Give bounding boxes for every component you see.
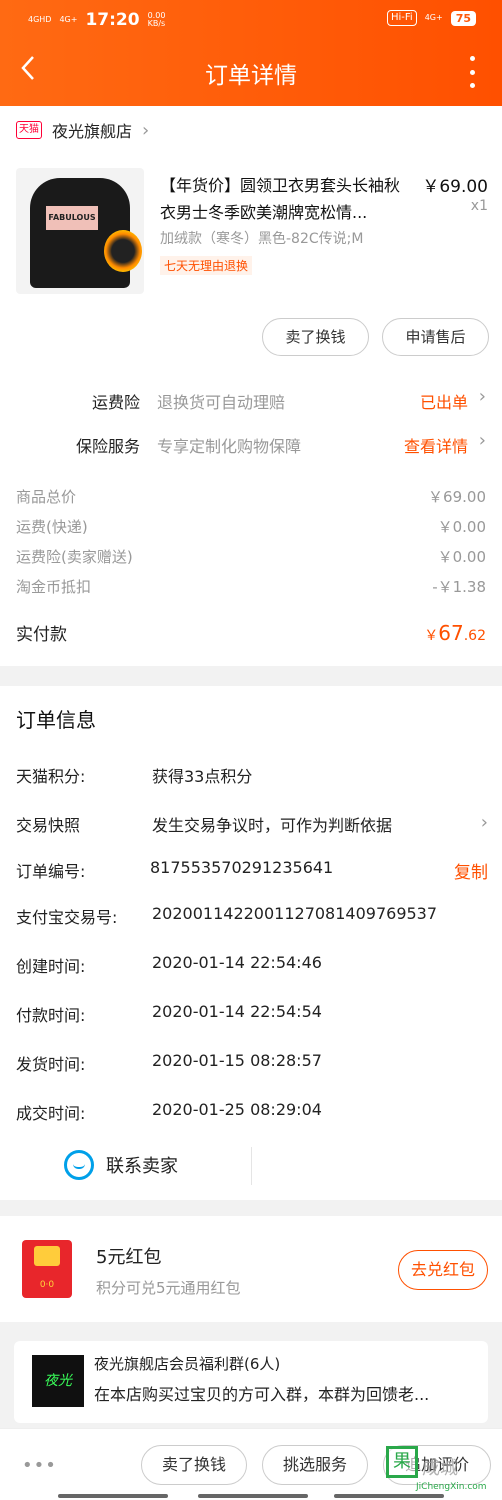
fee-row: 商品总价 ￥69.00	[16, 486, 486, 507]
hifi-indicator: Hi-Fi	[386, 10, 417, 26]
site-watermark: 果 成城 JiChengXin.com	[386, 1446, 498, 1492]
red-packet-subtitle: 积分可兑5元通用红包	[96, 1279, 241, 1297]
fee-label: 运费险(卖家赠送)	[16, 548, 133, 566]
watermark-text: 成城	[422, 1458, 458, 1479]
network-indicator: 4GHD	[28, 15, 52, 24]
alipay-value: 2020011422001127081409769537	[152, 904, 438, 923]
fee-label: 淘金币抵扣	[16, 578, 92, 596]
created-time-value: 2020-01-14 22:54:46	[152, 953, 322, 972]
chevron-right-icon: ›	[480, 812, 488, 833]
freight-insurance-desc: 退换货可自动理赔	[157, 393, 286, 412]
freight-insurance-link[interactable]: 已出单	[420, 389, 468, 413]
paid-time-value: 2020-01-14 22:54:54	[152, 1002, 322, 1021]
points-value: 获得33点积分	[152, 767, 253, 786]
group-name: 夜光旗舰店会员福利群(6人)	[94, 1355, 281, 1373]
actual-payment-amount: ￥67.62	[424, 621, 486, 645]
alipay-label: 支付宝交易号:	[16, 908, 118, 927]
page-title: 订单详情	[205, 63, 297, 89]
contact-seller-label: 联系卖家	[106, 1156, 178, 1177]
net-speed: 0.00 KB/s	[147, 11, 166, 28]
product-qty: x1	[470, 198, 488, 214]
red-packet-title: 5元红包	[96, 1247, 162, 1268]
product-price: ￥69.00	[422, 177, 488, 197]
tmall-badge: 天猫	[16, 121, 42, 139]
insurance-details-link[interactable]: 查看详情	[404, 433, 468, 457]
sweater-print: FABULOUS	[46, 206, 98, 230]
divider	[251, 1147, 252, 1185]
group-desc: 在本店购买过宝贝的方可入群，本群为回馈老...	[94, 1385, 430, 1404]
gesture-bar	[198, 1494, 308, 1498]
product-image[interactable]: FABULOUS	[16, 168, 144, 294]
watermark-url: JiChengXin.com	[416, 1482, 487, 1492]
battery-indicator: 75	[450, 10, 476, 26]
product-title[interactable]: 【年货价】圆领卫衣男套头长袖秋衣男士冬季欧美潮牌宽松情...	[160, 172, 414, 226]
copy-button[interactable]: 复制	[454, 858, 488, 883]
shipped-time-value: 2020-01-15 08:28:57	[152, 1051, 322, 1070]
fee-row: 运费险(卖家赠送) ￥0.00	[16, 546, 486, 567]
network-indicator: 4G+	[59, 15, 78, 24]
fee-value: ￥0.00	[437, 548, 486, 566]
gesture-bar	[58, 1494, 168, 1498]
fee-label: 商品总价	[16, 488, 77, 506]
sell-button-bottom[interactable]: 卖了换钱	[141, 1445, 247, 1485]
gesture-bar	[334, 1494, 444, 1498]
more-actions-button[interactable]: •••	[22, 1455, 57, 1476]
member-group-card[interactable]: 夜光 夜光旗舰店会员福利群(6人) 在本店购买过宝贝的方可入群，本群为回馈老..…	[14, 1341, 488, 1423]
fee-value: ￥0.00	[437, 518, 486, 536]
chevron-right-icon: ›	[478, 430, 486, 451]
fee-row: 运费(快递) ￥0.00	[16, 516, 486, 537]
shipped-time-label: 发货时间:	[16, 1055, 86, 1074]
red-packet-coin-text: 0·0	[39, 1280, 55, 1290]
watermark-logo-icon: 果	[386, 1446, 418, 1478]
insurance-service-desc: 专享定制化购物保障	[157, 437, 302, 456]
chevron-right-icon: ›	[478, 386, 486, 407]
paid-time-label: 付款时间:	[16, 1006, 86, 1025]
fee-value: ￥69.00	[428, 488, 486, 506]
freight-insurance-label: 运费险	[91, 393, 140, 412]
top-header: 4GHD 4G+ 17:20 0.00 KB/s Hi-Fi 4G+ 75 订单…	[0, 0, 502, 106]
sell-button[interactable]: 卖了换钱	[262, 318, 369, 356]
actual-payment-row: 实付款 ￥67.62	[16, 620, 486, 645]
snapshot-label: 交易快照	[16, 816, 81, 835]
fee-row: 淘金币抵扣 -￥1.38	[16, 576, 486, 597]
order-number-value: 817553570291235641	[150, 858, 334, 877]
return-policy-tag: 七天无理由退换	[160, 256, 253, 275]
order-number-label: 订单编号:	[16, 862, 86, 881]
fee-label: 运费(快递)	[16, 518, 88, 536]
shop-row[interactable]: 天猫 夜光旗舰店 ›	[16, 118, 149, 142]
shop-name: 夜光旗舰店	[52, 122, 133, 141]
network-indicator: 4G+	[424, 13, 443, 22]
points-label: 天猫积分:	[16, 767, 86, 786]
group-logo: 夜光	[32, 1355, 84, 1407]
snapshot-value: 发生交易争议时，可作为判断依据	[152, 816, 393, 835]
flame-sticker-icon	[104, 230, 142, 272]
created-time-label: 创建时间:	[16, 957, 86, 976]
chat-smile-icon	[64, 1150, 94, 1180]
product-sku: 加绒款（寒冬）黑色-82C传说;M	[160, 231, 364, 247]
order-info-title: 订单信息	[16, 708, 96, 732]
status-bar: 4GHD 4G+ 17:20 0.00 KB/s Hi-Fi 4G+ 75	[0, 0, 502, 38]
red-packet-icon: 0·0	[22, 1240, 72, 1298]
after-sale-button[interactable]: 申请售后	[382, 318, 489, 356]
pick-service-button[interactable]: 挑选服务	[262, 1445, 368, 1485]
more-menu-button[interactable]	[466, 56, 478, 88]
chevron-right-icon: ›	[142, 119, 150, 141]
completed-time-label: 成交时间:	[16, 1104, 86, 1123]
fee-value: -￥1.38	[432, 578, 486, 596]
completed-time-value: 2020-01-25 08:29:04	[152, 1100, 322, 1119]
clock: 17:20	[85, 10, 140, 30]
redeem-red-packet-button[interactable]: 去兑红包	[398, 1250, 488, 1290]
actual-payment-label: 实付款	[16, 625, 67, 645]
contact-seller-button[interactable]: 联系卖家	[64, 1150, 178, 1180]
insurance-service-label: 保险服务	[75, 437, 140, 456]
